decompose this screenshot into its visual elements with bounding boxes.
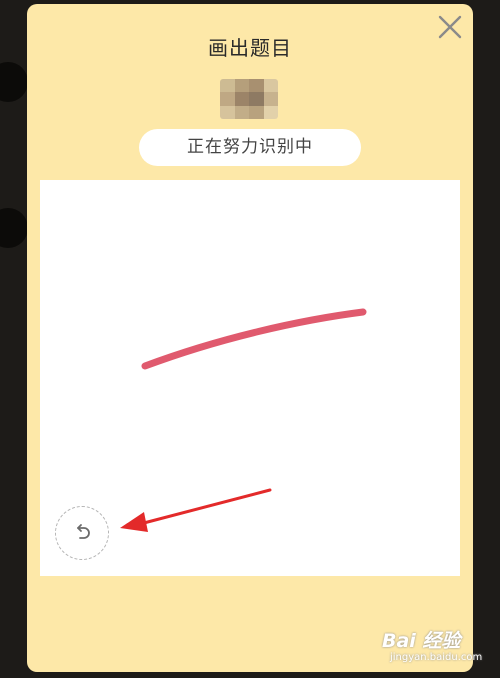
draw-question-dialog: 画出题目 正在努力识别中	[27, 4, 473, 672]
recognition-status: 正在努力识别中	[139, 129, 361, 166]
watermark-site: jingyan.baidu.com	[390, 652, 483, 663]
blurred-question-image	[220, 79, 278, 119]
dialog-title: 画出题目	[208, 36, 292, 60]
backdrop-shape	[0, 62, 28, 102]
baidu-jingyan-watermark: Bai 经验 jingyan.baidu.com	[382, 626, 494, 672]
watermark-brand: Bai 经验	[382, 630, 461, 652]
undo-icon	[77, 524, 90, 539]
drawing-canvas[interactable]	[40, 180, 460, 576]
backdrop-shape	[0, 208, 28, 248]
undo-button[interactable]	[55, 506, 109, 560]
